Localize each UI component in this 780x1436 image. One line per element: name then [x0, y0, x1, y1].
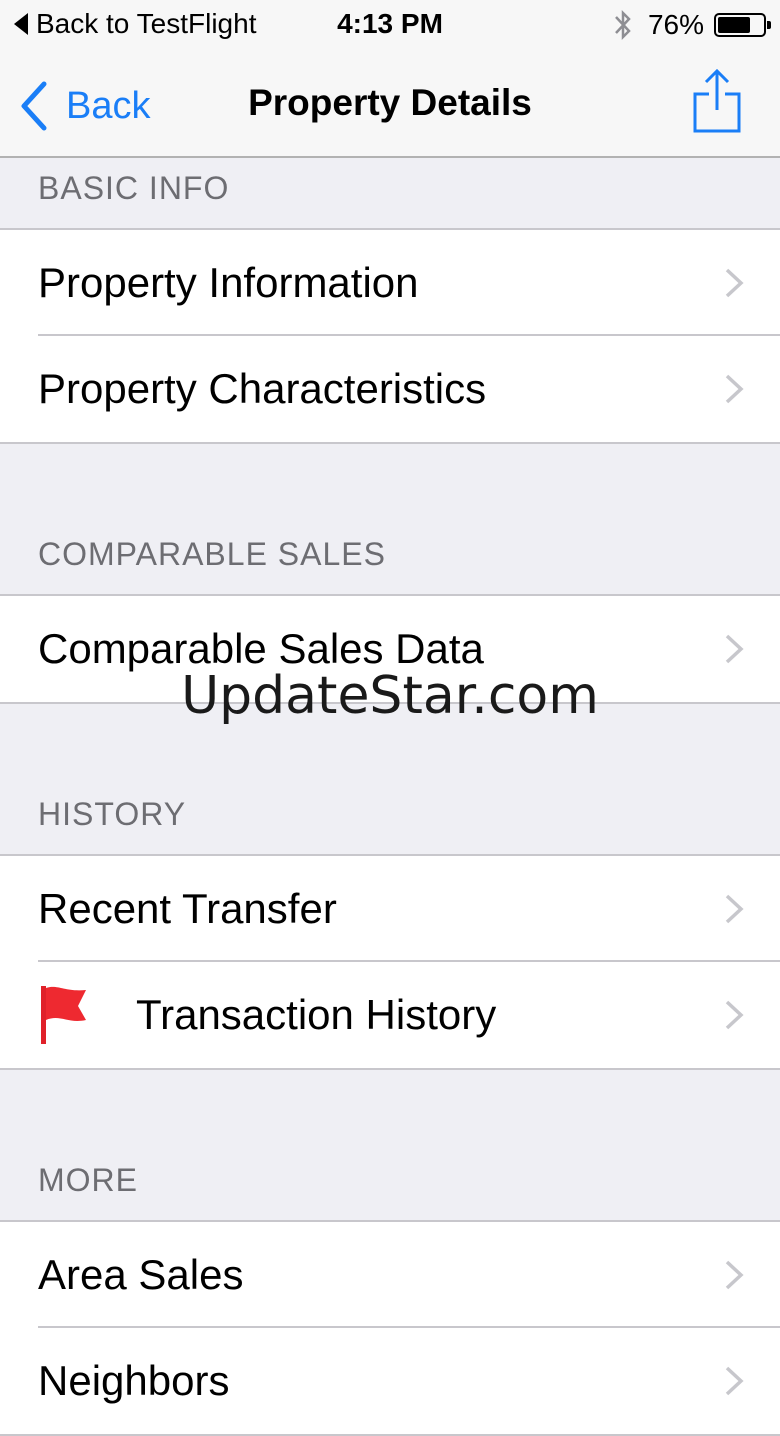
section-comparable-sales: Comparable Sales Data	[0, 596, 780, 704]
section-header-basic-info: BASIC INFO	[0, 158, 780, 230]
row-recent-transfer[interactable]: Recent Transfer	[0, 856, 780, 962]
battery-icon	[714, 13, 771, 37]
chevron-right-icon	[725, 1000, 744, 1030]
row-label: Neighbors	[38, 1357, 230, 1404]
chevron-right-icon	[725, 1366, 744, 1396]
section-history: Recent Transfer Transaction History	[0, 856, 780, 1070]
row-comparable-sales-data[interactable]: Comparable Sales Data	[0, 596, 780, 702]
settings-table: BASIC INFO Property Information Property…	[0, 158, 780, 1436]
section-header-comparable-sales: COMPARABLE SALES	[0, 444, 780, 596]
status-right: 76%	[612, 8, 771, 42]
section-header-more: MORE	[0, 1070, 780, 1222]
row-label: Recent Transfer	[38, 885, 337, 932]
section-more: Area Sales Neighbors	[0, 1222, 780, 1436]
row-property-information[interactable]: Property Information	[0, 230, 780, 336]
battery-nub	[767, 21, 771, 29]
bluetooth-icon	[615, 9, 631, 41]
chevron-right-icon	[725, 374, 744, 404]
red-flag-icon	[41, 986, 86, 1044]
battery-percent: 76%	[647, 9, 704, 40]
chevron-right-icon	[725, 634, 744, 664]
page-title: Property Details	[248, 82, 532, 123]
row-label: Property Information	[38, 259, 419, 306]
status-bar: Back to TestFlight 4:13 PM 76%	[0, 0, 780, 52]
chevron-right-icon	[725, 1260, 744, 1290]
row-label: Comparable Sales Data	[38, 625, 484, 672]
section-header-history: HISTORY	[0, 704, 780, 856]
row-label: Property Characteristics	[38, 365, 487, 412]
share-icon[interactable]	[692, 68, 742, 134]
row-label: Area Sales	[38, 1251, 244, 1298]
row-label: Transaction History	[136, 991, 497, 1038]
chevron-right-icon	[725, 894, 744, 924]
row-transaction-history[interactable]: Transaction History	[0, 962, 780, 1068]
chevron-right-icon	[725, 268, 744, 298]
section-basic-info: Property Information Property Characteri…	[0, 230, 780, 444]
battery-fill	[718, 17, 751, 33]
row-area-sales[interactable]: Area Sales	[0, 1222, 780, 1328]
navigation-bar: Back Property Details	[0, 52, 780, 158]
row-property-characteristics[interactable]: Property Characteristics	[0, 336, 780, 442]
row-neighbors[interactable]: Neighbors	[0, 1328, 780, 1434]
